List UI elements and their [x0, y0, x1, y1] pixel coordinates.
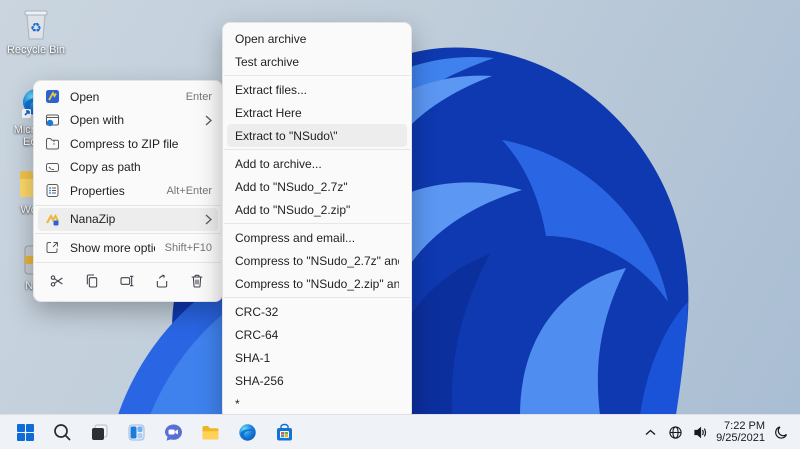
- share-button[interactable]: [149, 268, 175, 294]
- submenu-item[interactable]: SHA-1: [227, 346, 407, 369]
- submenu-item[interactable]: Extract Here: [227, 101, 407, 124]
- submenu-item[interactable]: Test archive: [227, 50, 407, 73]
- submenu-item[interactable]: Extract files...: [227, 78, 407, 101]
- menu-item-label: NanaZip: [70, 212, 116, 227]
- recycle-bin-icon: ♻: [17, 6, 55, 42]
- focus-assist-moon-icon[interactable]: [772, 421, 790, 443]
- copy-path-icon: [44, 159, 60, 175]
- taskbar-buttons: [0, 419, 297, 445]
- copy-button[interactable]: [79, 268, 105, 294]
- menu-item-shortcut: Alt+Enter: [166, 184, 212, 197]
- menu-item-nanazip[interactable]: NanaZip: [38, 207, 218, 231]
- task-view-button[interactable]: [86, 419, 112, 445]
- menu-separator: [35, 233, 221, 234]
- tray-date: 9/25/2021: [716, 432, 765, 444]
- network-globe-icon[interactable]: [666, 421, 684, 443]
- start-button[interactable]: [12, 419, 38, 445]
- menu-item-label: Copy as path: [70, 160, 141, 175]
- delete-button[interactable]: [184, 268, 210, 294]
- rename-button[interactable]: [114, 268, 140, 294]
- submenu-item[interactable]: Add to archive...: [227, 152, 407, 175]
- nanazip-icon: [44, 211, 60, 227]
- menu-item-label: Properties: [70, 183, 125, 198]
- search-button[interactable]: [49, 419, 75, 445]
- submenu-item[interactable]: CRC-64: [227, 323, 407, 346]
- submenu-chevron-icon: [202, 115, 212, 126]
- tray-chevron-up-icon[interactable]: [641, 421, 659, 443]
- menu-item-label: Open with: [70, 113, 125, 128]
- properties-icon: [44, 183, 60, 199]
- menu-separator: [224, 223, 410, 224]
- volume-icon[interactable]: [691, 421, 709, 443]
- submenu-item[interactable]: Compress to "NSudo_2.7z" and email: [227, 249, 407, 272]
- menu-item-properties[interactable]: Properties Alt+Enter: [38, 179, 218, 203]
- menu-item-label: Show more options: [70, 240, 155, 255]
- submenu-item[interactable]: SHA-256: [227, 369, 407, 392]
- nanazip-submenu: Open archive Test archive Extract files.…: [222, 22, 412, 420]
- menu-item-open-with[interactable]: Open with: [38, 109, 218, 133]
- system-tray: 7:22 PM 9/25/2021: [641, 420, 800, 445]
- menu-separator: [224, 149, 410, 150]
- menu-separator: [35, 261, 221, 263]
- submenu-item[interactable]: *: [227, 392, 407, 415]
- submenu-item[interactable]: Add to "NSudo_2.zip": [227, 198, 407, 221]
- menu-item-label: Open: [70, 89, 100, 104]
- menu-item-shortcut: Shift+F10: [164, 241, 212, 254]
- submenu-chevron-icon: [202, 214, 212, 225]
- menu-item-copy-as-path[interactable]: Copy as path: [38, 156, 218, 180]
- desktop-icon-recycle-bin[interactable]: ♻ Recycle Bin: [4, 6, 68, 56]
- menu-separator: [224, 297, 410, 298]
- menu-item-compress-zip[interactable]: Compress to ZIP file: [38, 132, 218, 156]
- menu-item-open[interactable]: Open Enter: [38, 85, 218, 109]
- menu-item-show-more-options[interactable]: Show more options Shift+F10: [38, 236, 218, 260]
- zip-folder-icon: [44, 136, 60, 152]
- submenu-item[interactable]: CRC-32: [227, 300, 407, 323]
- submenu-item[interactable]: Add to "NSudo_2.7z": [227, 175, 407, 198]
- file-explorer-button[interactable]: [197, 419, 223, 445]
- submenu-item[interactable]: Open archive: [227, 27, 407, 50]
- menu-separator: [224, 75, 410, 76]
- submenu-item[interactable]: Compress to "NSudo_2.zip" and email: [227, 272, 407, 295]
- taskbar: 7:22 PM 9/25/2021: [0, 414, 800, 449]
- submenu-item-extract-to[interactable]: Extract to "NSudo\": [227, 124, 407, 147]
- nanazip-file-icon: [44, 89, 60, 105]
- widgets-button[interactable]: [123, 419, 149, 445]
- submenu-item[interactable]: Compress and email...: [227, 226, 407, 249]
- store-button[interactable]: [271, 419, 297, 445]
- menu-separator: [35, 204, 221, 206]
- tray-time: 7:22 PM: [724, 419, 765, 432]
- menu-item-shortcut: Enter: [185, 90, 212, 103]
- quick-actions-row: [34, 265, 222, 297]
- edge-button[interactable]: [234, 419, 260, 445]
- clock[interactable]: 7:22 PM 9/25/2021: [716, 420, 765, 445]
- show-more-options-icon: [44, 240, 60, 256]
- desktop-icon-label: Recycle Bin: [6, 44, 66, 56]
- open-with-icon: [44, 112, 60, 128]
- chat-button[interactable]: [160, 419, 186, 445]
- menu-item-label: Compress to ZIP file: [70, 136, 179, 151]
- context-menu: Open Enter Open with Compress to ZIP fil…: [33, 80, 223, 302]
- svg-text:♻: ♻: [30, 20, 42, 35]
- cut-button[interactable]: [44, 268, 70, 294]
